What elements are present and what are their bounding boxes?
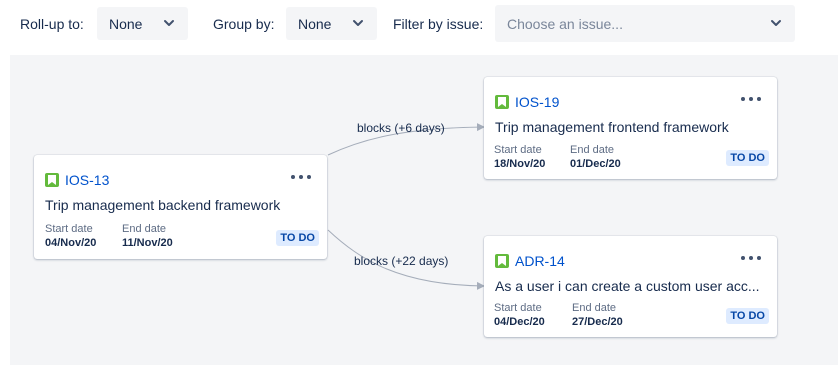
issue-key-link[interactable]: IOS-13 xyxy=(65,172,109,188)
groupby-label: Group by: xyxy=(213,16,275,32)
issue-summary: Trip management backend framework xyxy=(45,197,281,213)
filter-issue-select[interactable]: Choose an issue... xyxy=(495,5,795,42)
chevron-down-icon xyxy=(771,20,781,26)
end-date-value: 01/Dec/20 xyxy=(570,158,621,170)
groupby-select[interactable]: None xyxy=(286,7,377,40)
start-date-label: Start date xyxy=(494,302,542,314)
start-date-label: Start date xyxy=(494,144,542,156)
end-date-label: End date xyxy=(572,302,617,314)
issue-card[interactable]: ADR-14 As a user i can create a custom u… xyxy=(484,236,777,337)
start-date-value: 04/Dec/20 xyxy=(494,316,545,328)
issue-key-row: IOS-19 xyxy=(495,94,559,110)
status-badge: TO DO xyxy=(276,230,319,246)
end-date-value: 11/Nov/20 xyxy=(122,237,173,249)
end-date-label: End date xyxy=(122,223,167,235)
issue-summary: Trip management frontend framework xyxy=(495,119,729,135)
chevron-down-icon xyxy=(164,20,174,26)
issue-card[interactable]: IOS-13 Trip management backend framework… xyxy=(34,155,327,259)
bookmark-icon xyxy=(495,95,509,109)
issue-summary: As a user i can create a custom user acc… xyxy=(495,278,760,294)
groupby-value: None xyxy=(298,15,332,32)
rollup-value: None xyxy=(109,15,143,32)
end-date-value: 27/Dec/20 xyxy=(572,316,623,328)
rollup-label: Roll-up to: xyxy=(20,16,84,32)
bookmark-icon xyxy=(45,173,59,187)
filter-placeholder: Choose an issue... xyxy=(507,15,623,32)
bookmark-icon xyxy=(495,254,509,268)
rollup-select[interactable]: None xyxy=(97,7,188,40)
issue-key-row: IOS-13 xyxy=(45,172,109,188)
start-date-label: Start date xyxy=(45,223,93,235)
more-actions-icon[interactable] xyxy=(741,94,761,104)
start-date-value: 18/Nov/20 xyxy=(494,158,546,170)
status-badge: TO DO xyxy=(726,150,769,166)
more-actions-icon[interactable] xyxy=(741,253,761,263)
issue-key-link[interactable]: ADR-14 xyxy=(515,253,565,269)
chevron-down-icon xyxy=(353,20,363,26)
filter-label: Filter by issue: xyxy=(393,16,484,32)
toolbar: Roll-up to: None Group by: None Filter b… xyxy=(0,0,838,50)
more-actions-icon[interactable] xyxy=(291,172,311,182)
link-label[interactable]: blocks (+22 days) xyxy=(354,254,448,268)
issue-card[interactable]: IOS-19 Trip management frontend framewor… xyxy=(484,77,777,179)
issue-key-link[interactable]: IOS-19 xyxy=(515,94,559,110)
status-badge: TO DO xyxy=(726,308,769,324)
start-date-value: 04/Nov/20 xyxy=(45,237,97,249)
end-date-label: End date xyxy=(570,144,615,156)
issue-key-row: ADR-14 xyxy=(495,253,565,269)
link-label[interactable]: blocks (+6 days) xyxy=(357,121,445,135)
